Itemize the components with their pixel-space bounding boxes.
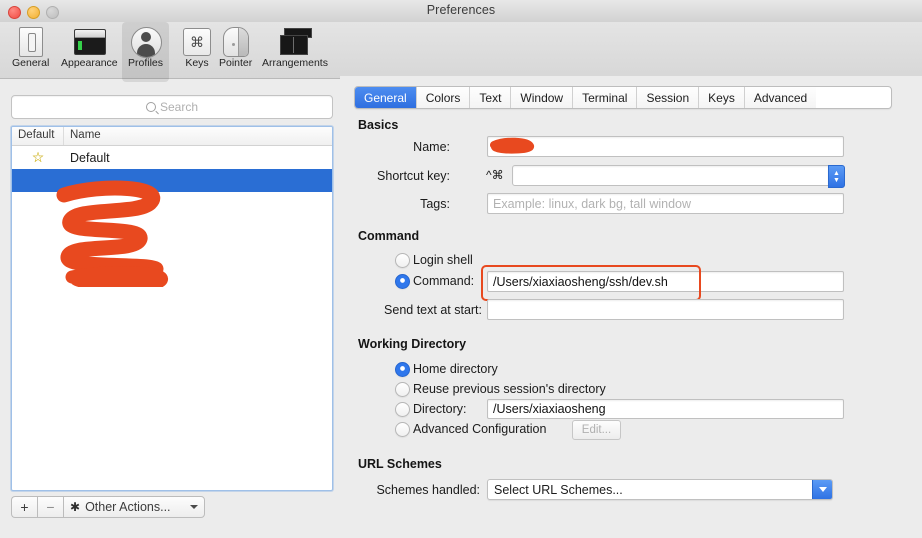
shortcut-key-stepper[interactable]: ▲ ▼: [828, 165, 845, 188]
schemes-handled-value: Select URL Schemes...: [494, 482, 623, 497]
keys-icon: ⌘: [182, 26, 212, 56]
command-value: /Users/xiaxiaosheng/ssh/dev.sh: [493, 274, 668, 289]
chevron-down-icon: [812, 480, 832, 499]
reuse-previous-directory-label: Reuse previous session's directory: [413, 382, 606, 396]
default-star-icon[interactable]: ☆: [12, 149, 64, 166]
tab-advanced[interactable]: Advanced: [744, 87, 817, 108]
name-redaction: [490, 137, 535, 154]
toolbar-item-arrangements[interactable]: Arrangements: [256, 22, 334, 82]
column-header-name[interactable]: Name: [64, 127, 332, 145]
toolbar-item-profiles[interactable]: Profiles: [122, 22, 170, 82]
radio-directory[interactable]: [395, 402, 410, 417]
tab-window[interactable]: Window: [511, 87, 574, 108]
shortcut-key-label: Shortcut key:: [377, 169, 450, 183]
profiles-action-bar: + − ✱ Other Actions...: [11, 496, 205, 518]
directory-label: Directory:: [413, 402, 467, 416]
command-label: Command:: [413, 274, 475, 288]
profiles-table-header: Default Name: [12, 127, 332, 146]
home-directory-label: Home directory: [413, 362, 498, 376]
other-actions-button[interactable]: ✱ Other Actions...: [63, 496, 205, 518]
toolbar-label-general: General: [12, 57, 50, 69]
shortcut-modifiers: ^⌘: [486, 168, 504, 182]
radio-login-shell[interactable]: [395, 253, 410, 268]
name-input[interactable]: [487, 136, 844, 157]
profiles-list[interactable]: Default Name ☆ Default: [11, 126, 333, 491]
chevron-down-icon: [189, 505, 198, 509]
preferences-toolbar: General Appearance Profiles ⌘ Keys Point…: [0, 22, 922, 82]
search-icon: [145, 102, 156, 112]
general-icon: [16, 26, 46, 57]
tab-session[interactable]: Session: [637, 87, 700, 108]
tags-input[interactable]: Example: linux, dark bg, tall window: [487, 193, 844, 214]
table-row[interactable]: [12, 192, 332, 215]
add-profile-button[interactable]: +: [11, 496, 37, 518]
radio-reuse-previous-directory[interactable]: [395, 382, 410, 397]
schemes-handled-label: Schemes handled:: [376, 483, 480, 497]
search-field[interactable]: Search: [11, 95, 333, 119]
section-title-url-schemes: URL Schemes: [358, 457, 442, 471]
title-bar: Preferences: [0, 0, 922, 23]
toolbar-label-arrangements: Arrangements: [262, 57, 328, 69]
send-text-input[interactable]: [487, 299, 844, 320]
edit-button[interactable]: Edit...: [572, 420, 621, 440]
advanced-configuration-label: Advanced Configuration: [413, 422, 547, 436]
toolbar-item-pointer[interactable]: Pointer: [213, 22, 258, 82]
preferences-window: Preferences General Appearance Profiles …: [0, 0, 922, 538]
toolbar-item-appearance[interactable]: Appearance: [55, 22, 124, 82]
directory-input[interactable]: /Users/xiaxiaosheng: [487, 399, 844, 419]
tab-terminal[interactable]: Terminal: [573, 87, 638, 108]
schemes-handled-dropdown[interactable]: Select URL Schemes...: [487, 479, 833, 500]
radio-command[interactable]: [395, 274, 410, 289]
remove-profile-button[interactable]: −: [37, 496, 63, 518]
shortcut-key-input[interactable]: [512, 165, 829, 186]
toolbar-item-keys[interactable]: ⌘ Keys: [176, 22, 218, 82]
tab-general[interactable]: General: [355, 87, 417, 108]
section-title-command: Command: [358, 229, 420, 243]
window-title: Preferences: [426, 3, 496, 17]
tab-keys[interactable]: Keys: [699, 87, 745, 108]
tags-placeholder: Example: linux, dark bg, tall window: [493, 196, 692, 211]
radio-home-directory[interactable]: [395, 362, 410, 377]
tags-label: Tags:: [420, 197, 450, 211]
toolbar-label-appearance: Appearance: [61, 57, 118, 69]
table-row[interactable]: [12, 169, 332, 192]
column-header-default[interactable]: Default: [12, 127, 64, 145]
toolbar-label-pointer: Pointer: [219, 57, 253, 69]
table-row[interactable]: [12, 238, 332, 261]
search-placeholder: Search: [159, 100, 199, 114]
profile-tab-bar: General Colors Text Window Terminal Sess…: [354, 86, 892, 109]
table-row[interactable]: [12, 215, 332, 238]
login-shell-label: Login shell: [413, 253, 473, 267]
name-label: Name:: [413, 140, 450, 154]
radio-advanced-configuration[interactable]: [395, 422, 410, 437]
directory-value: /Users/xiaxiaosheng: [493, 402, 606, 416]
send-text-label: Send text at start:: [384, 303, 482, 317]
gear-icon: ✱: [70, 500, 81, 514]
profiles-icon: [130, 26, 162, 58]
table-row[interactable]: ☆ Default: [12, 146, 332, 169]
stepper-down-icon: ▼: [833, 176, 840, 184]
toolbar-item-general[interactable]: General: [6, 22, 55, 82]
section-title-basics: Basics: [358, 118, 399, 132]
profile-name: Default: [70, 150, 110, 165]
stepper-up-icon: ▲: [833, 169, 840, 177]
tab-text[interactable]: Text: [470, 87, 512, 108]
pointer-icon: [221, 26, 251, 57]
other-actions-label: Other Actions...: [85, 500, 171, 514]
section-title-working-directory: Working Directory: [358, 337, 467, 351]
toolbar-label-profiles: Profiles: [128, 57, 164, 69]
toolbar-label-keys: Keys: [185, 57, 209, 69]
tab-colors[interactable]: Colors: [416, 87, 471, 108]
appearance-icon: [74, 26, 107, 56]
command-input[interactable]: /Users/xiaxiaosheng/ssh/dev.sh: [487, 271, 844, 292]
arrangements-icon: [279, 26, 312, 56]
